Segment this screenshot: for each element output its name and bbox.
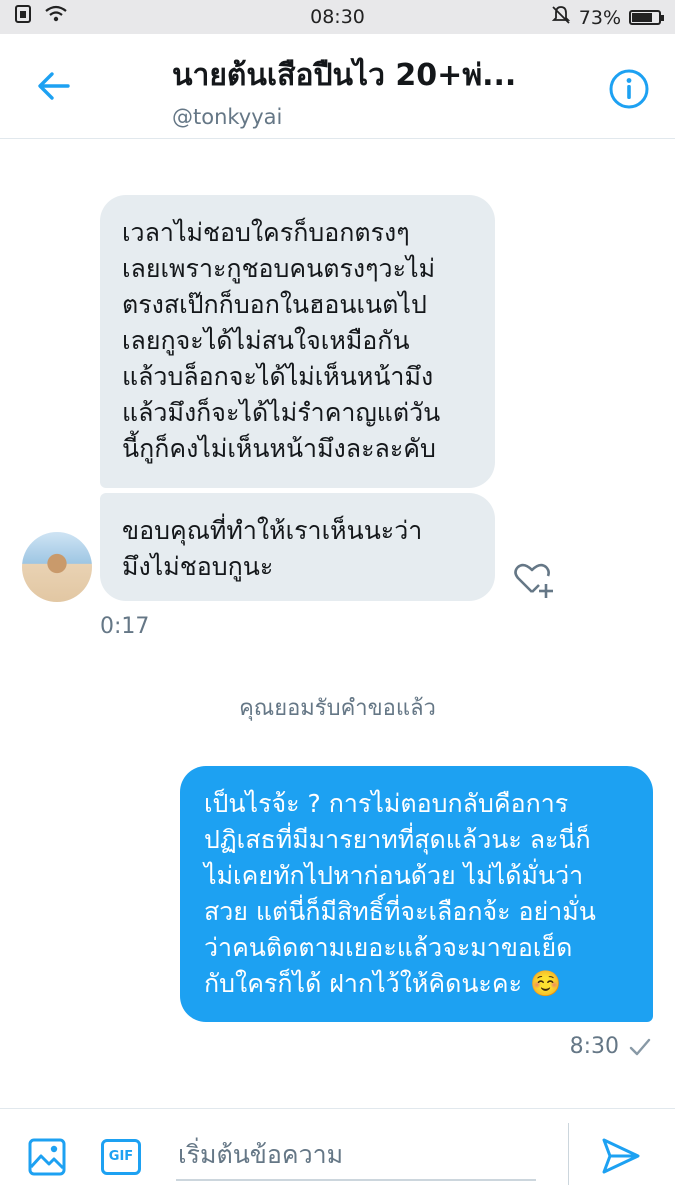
input-underline (176, 1179, 536, 1181)
message-line: ตรงสเป๊กก็บอกในฮอนเนตไป (122, 290, 427, 319)
message-line: สวย แต่นี่ก็มีสิทธิ์ที่จะเลือกจ้ะ อย่ามั… (204, 897, 596, 926)
message-composer: GIF (0, 1108, 675, 1201)
message-line: แล้วมึงก็จะได้ไม่รำคาญแต่วัน (122, 398, 441, 427)
outgoing-message[interactable]: เป็นไรจ้ะ ? การไม่ตอบกลับคือการ ปฏิเสธที… (180, 766, 653, 1022)
message-line: กับใครก็ได้ ฝากไว้ให้คิดนะคะ ☺️ (204, 969, 562, 998)
composer-divider (568, 1123, 569, 1185)
like-message-button[interactable] (512, 558, 556, 602)
message-line: ปฏิเสธที่มีมารยาทที่สุดแล้วนะ ละนี่ก็ (204, 825, 591, 854)
add-photo-button[interactable] (27, 1137, 67, 1177)
mute-bell-icon (551, 5, 571, 30)
status-bar: 08:30 73% (0, 0, 675, 34)
image-icon (28, 1138, 66, 1176)
send-button[interactable] (600, 1135, 642, 1177)
message-line: ไม่เคยทักไปหาก่อนด้วย ไม่ได้มั่นว่า (204, 861, 584, 890)
message-input[interactable] (176, 1129, 540, 1179)
check-icon (629, 1038, 651, 1055)
message-line: เลยกูจะได้ไม่สนใจเหมือกัน (122, 326, 410, 355)
outgoing-meta: 8:30 (570, 1034, 651, 1059)
message-line: นี้กูก็คงไม่เห็นหน้ามึงละละคับ (122, 434, 436, 463)
battery-icon (629, 10, 664, 25)
info-icon (609, 69, 649, 109)
battery-percent: 73% (578, 6, 621, 29)
conversation-header: นายต้นเสือปืนไว 20+พ่... @tonkyyai (0, 34, 675, 139)
message-line: ว่าคนติดตามเยอะแล้วจะมาขอเย็ด (204, 933, 573, 962)
message-line: มึงไม่ชอบกูนะ (122, 552, 274, 581)
message-line: แล้วบล็อกจะได้ไม่เห็นหน้ามึง (122, 362, 434, 391)
send-icon (602, 1138, 640, 1174)
info-button[interactable] (608, 68, 650, 110)
conversation-title[interactable]: นายต้นเสือปืนไว 20+พ่... (172, 52, 532, 99)
arrow-left-icon (38, 72, 70, 100)
message-line: เป็นไรจ้ะ ? การไม่ตอบกลับคือการ (204, 789, 569, 818)
battery-fill (632, 13, 653, 22)
message-line: ขอบคุณที่ทำให้เราเห็นนะว่า (122, 516, 423, 545)
gif-button[interactable]: GIF (101, 1139, 141, 1175)
user-handle[interactable]: @tonkyyai (172, 105, 562, 129)
back-button[interactable] (34, 66, 74, 106)
request-accepted-note: คุณยอมรับคำขอแล้ว (239, 696, 436, 721)
message-timestamp: 0:17 (100, 614, 150, 639)
avatar[interactable] (22, 532, 92, 602)
message-timestamp: 8:30 (569, 1034, 619, 1059)
heart-plus-icon (514, 563, 553, 598)
message-line: เลยเพราะกูชอบคนตรงๆวะไม่ (122, 254, 436, 283)
incoming-message[interactable]: ขอบคุณที่ทำให้เราเห็นนะว่า มึงไม่ชอบกูนะ (100, 493, 495, 601)
message-line: เวลาไม่ชอบใครก็บอกตรงๆ (122, 218, 410, 247)
incoming-message[interactable]: เวลาไม่ชอบใครก็บอกตรงๆ เลยเพราะกูชอบคนตร… (100, 195, 495, 488)
